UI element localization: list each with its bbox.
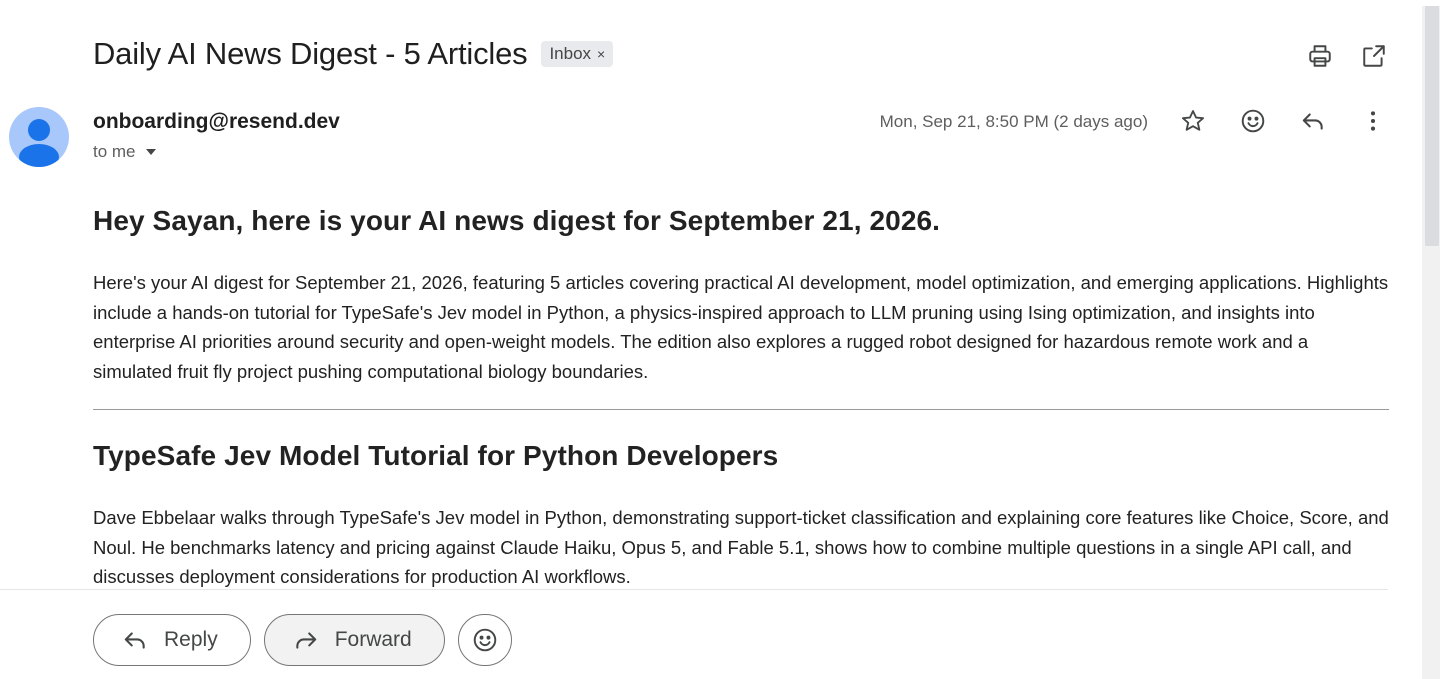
more-vert-icon[interactable] (1358, 106, 1388, 136)
subject-row: Daily AI News Digest - 5 Articles Inbox … (93, 36, 614, 72)
email-body: Hey Sayan, here is your AI news digest f… (93, 205, 1389, 592)
sender-avatar[interactable] (9, 107, 69, 167)
thread-actions (1306, 42, 1388, 70)
remove-label-icon[interactable]: × (597, 46, 605, 62)
forward-icon (296, 632, 316, 649)
digest-greeting: Hey Sayan, here is your AI news digest f… (93, 205, 941, 236)
emoji-icon[interactable] (1238, 106, 1268, 136)
email-date: Mon, Sep 21, 8:50 PM (2 days ago) (879, 112, 1148, 131)
recipient-row[interactable]: to me (93, 142, 156, 162)
footer-separator (0, 589, 1388, 590)
inbox-label-chip[interactable]: Inbox × (541, 41, 614, 67)
label-text: Inbox (549, 44, 592, 63)
email-subject: Daily AI News Digest - 5 Articles (93, 36, 528, 71)
vertical-scrollbar[interactable] (1422, 6, 1440, 679)
article-title: TypeSafe Jev Model Tutorial for Python D… (93, 440, 779, 471)
section-divider (93, 409, 1389, 410)
reply-footer: Reply Forward (93, 614, 512, 666)
recipient-text: to me (93, 142, 136, 161)
article-summary: Dave Ebbelaar walks through TypeSafe's J… (93, 507, 1389, 587)
chevron-down-icon[interactable] (145, 149, 156, 155)
scrollbar-thumb[interactable] (1425, 6, 1439, 246)
reply-button[interactable]: Reply (93, 614, 251, 666)
message-actions (1178, 106, 1388, 136)
emoji-icon (473, 628, 497, 652)
open-in-new-window-icon[interactable] (1360, 42, 1388, 70)
forward-button[interactable]: Forward (263, 614, 445, 666)
reply-button-label: Reply (164, 628, 218, 651)
star-icon[interactable] (1178, 106, 1208, 136)
sender-email[interactable]: onboarding@resend.dev (93, 110, 340, 134)
emoji-reaction-button[interactable] (457, 614, 512, 666)
forward-button-label: Forward (334, 628, 412, 651)
person-avatar-icon (19, 119, 59, 167)
digest-intro: Here's your AI digest for September 21, … (93, 272, 1389, 382)
reply-icon[interactable] (1298, 106, 1328, 136)
print-icon[interactable] (1306, 42, 1334, 70)
reply-icon (124, 632, 145, 649)
